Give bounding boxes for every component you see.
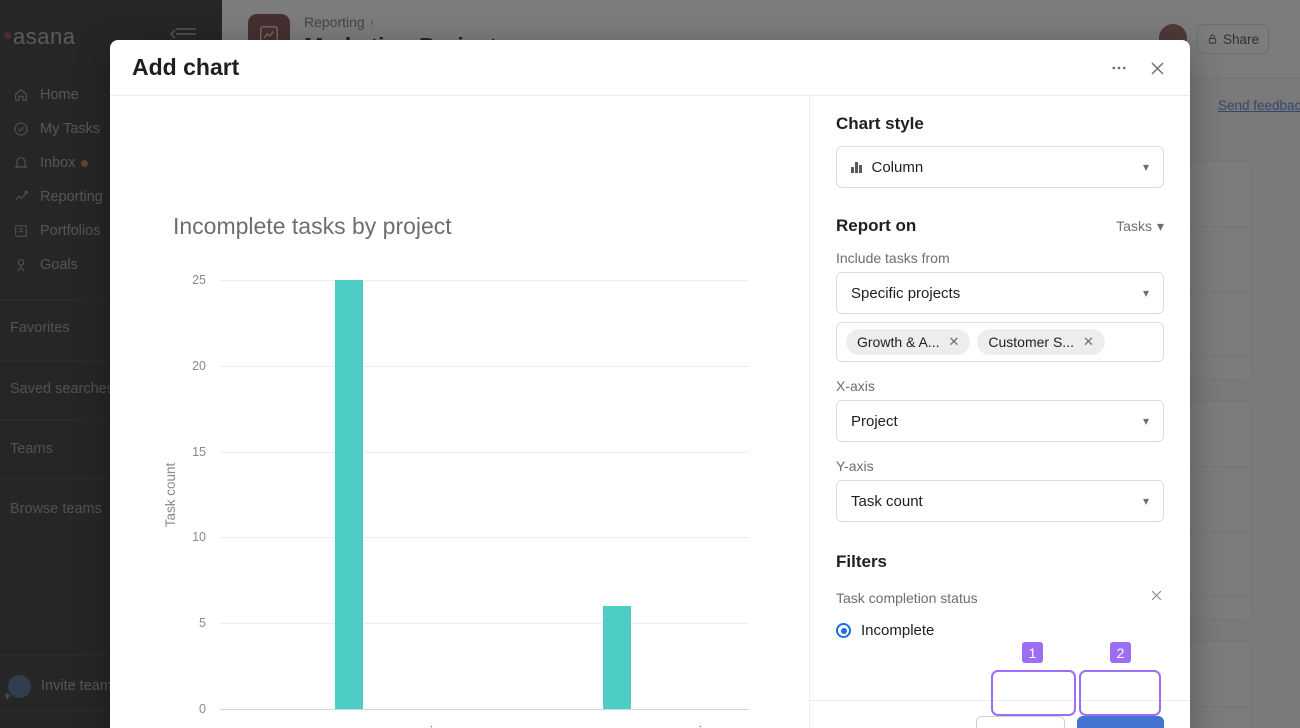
close-icon[interactable] [1149, 588, 1164, 608]
annotation-number-1: 1 [1022, 642, 1043, 663]
selected-projects-field[interactable]: Growth & A... ✕ Customer S... ✕ [836, 322, 1164, 362]
chart-title: Incomplete tasks by project [173, 213, 452, 239]
y-axis-label: Task count [162, 462, 178, 527]
gridline [220, 537, 749, 539]
x-axis-tick: Custom... [388, 718, 436, 728]
filter-row: Task completion status [836, 588, 1164, 608]
filters-heading: Filters [836, 552, 888, 571]
close-icon[interactable]: ✕ [948, 334, 959, 350]
project-tag[interactable]: Growth & A... ✕ [846, 329, 971, 355]
screen: Reporting › Marketing Project ▾ Share Se… [0, 0, 1300, 728]
radio-button[interactable] [836, 623, 851, 638]
y-axis-select[interactable]: Task count ▾ [836, 480, 1164, 522]
gridline [220, 623, 749, 625]
annotation-number-2: 2 [1110, 642, 1131, 663]
chart-style-select[interactable]: Column ▾ [836, 146, 1164, 188]
bar[interactable] [335, 280, 363, 709]
more-horizontal-icon[interactable] [1106, 55, 1132, 81]
modal-header-actions [1106, 40, 1170, 96]
y-axis-tick: 10 [192, 530, 206, 545]
report-on-heading: Report on [836, 216, 917, 235]
column-chart-icon [851, 161, 862, 173]
chevron-down-icon: ▾ [1142, 494, 1149, 508]
y-axis-tick: 20 [192, 358, 206, 373]
chart-plot-area: Task count 25 20 15 10 5 0 Custom. [163, 273, 749, 728]
project-tag[interactable]: Customer S... ✕ [977, 329, 1105, 355]
create-button[interactable]: Create [1076, 715, 1164, 728]
y-axis-value: Task count [851, 492, 923, 510]
include-tasks-from-select[interactable]: Specific projects ▾ [836, 272, 1164, 314]
y-axis-tick: 25 [192, 273, 206, 287]
y-axis-label: Y-axis [836, 458, 874, 474]
report-on-value: Tasks [1116, 218, 1152, 234]
gridline [220, 280, 749, 281]
chevron-down-icon: ▾ [1142, 286, 1149, 300]
modal-footer: Cancel Create [810, 700, 1190, 728]
chart-style-heading: Chart style [836, 114, 924, 133]
x-axis-label: X-axis [836, 378, 875, 394]
include-tasks-from-label: Include tasks from [836, 250, 950, 266]
bar[interactable] [603, 606, 631, 709]
x-axis-tick: Growth ... [656, 718, 704, 728]
chevron-down-icon: ▾ [1156, 217, 1164, 234]
x-axis-line [220, 709, 749, 710]
filter-option-label: Incomplete [861, 622, 935, 639]
chart-settings-pane: Chart style Column ▾ Report on Tasks ▾ I… [810, 96, 1190, 728]
close-icon[interactable] [1144, 55, 1170, 81]
report-on-select[interactable]: Tasks ▾ [1116, 218, 1164, 235]
y-axis-tick: 0 [199, 702, 206, 716]
filter-option-incomplete[interactable]: Incomplete [836, 622, 1164, 639]
filter-name: Task completion status [836, 590, 978, 606]
close-icon[interactable]: ✕ [1083, 334, 1094, 350]
x-axis-value: Project [851, 412, 898, 430]
modal-title: Add chart [132, 54, 240, 80]
chart-style-value: Column [871, 158, 924, 176]
project-tag-label: Customer S... [988, 334, 1074, 350]
y-axis-tick: 5 [199, 616, 206, 631]
chevron-down-icon: ▾ [1142, 414, 1149, 428]
cancel-button[interactable]: Cancel [976, 715, 1065, 728]
chevron-down-icon: ▾ [1142, 160, 1149, 174]
gridline [220, 365, 749, 367]
chart-preview-pane: Incomplete tasks by project Task count 2… [110, 96, 810, 728]
add-chart-modal: Add chart Incomplete tasks by project Ta… [110, 40, 1190, 728]
project-tag-label: Growth & A... [857, 334, 940, 350]
gridline [220, 451, 749, 453]
report-on-row: Report on Tasks ▾ [836, 216, 1164, 236]
modal-header: Add chart [110, 40, 1190, 96]
y-axis-tick: 15 [192, 444, 206, 459]
x-axis-select[interactable]: Project ▾ [836, 400, 1164, 442]
include-tasks-from-value: Specific projects [851, 284, 961, 302]
modal-body: Incomplete tasks by project Task count 2… [110, 96, 1190, 728]
